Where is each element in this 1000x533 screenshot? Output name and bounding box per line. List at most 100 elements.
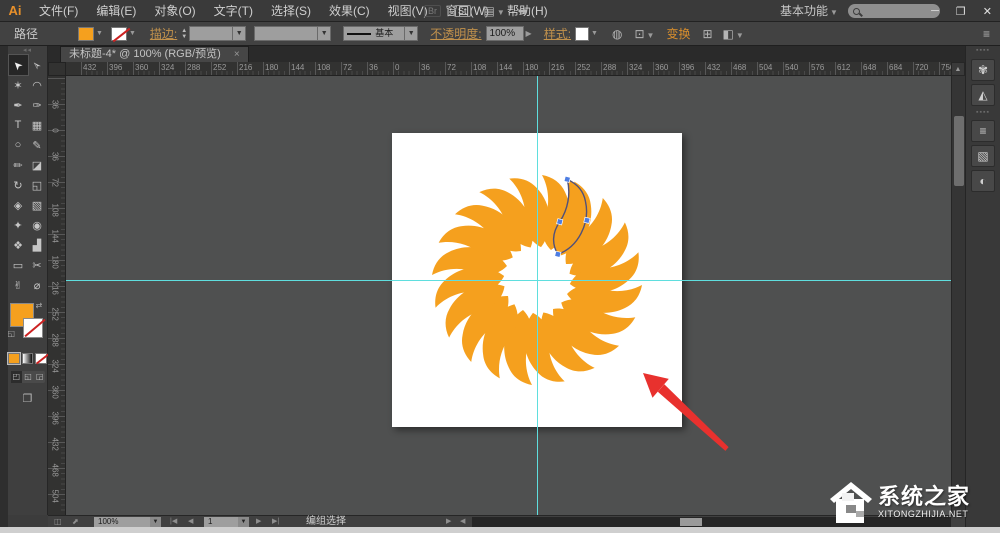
- swap-fill-stroke-icon[interactable]: ⇄: [36, 301, 43, 310]
- artboard-tool[interactable]: ▭: [9, 255, 28, 275]
- ellipse-tool[interactable]: ○: [9, 135, 28, 155]
- draw-behind-button[interactable]: ◱: [23, 371, 34, 383]
- stock-icon[interactable]: St: [454, 5, 471, 17]
- selection-tool[interactable]: ➤: [9, 55, 28, 75]
- menu-item-1[interactable]: 编辑(E): [87, 0, 145, 22]
- pen-tool[interactable]: ✒: [9, 95, 28, 115]
- horizontal-guide[interactable]: [66, 280, 951, 281]
- opacity-field[interactable]: 100%: [486, 26, 524, 41]
- draw-normal-button[interactable]: ◰: [11, 371, 22, 383]
- panel-menu-icon[interactable]: ≡: [983, 27, 990, 41]
- opacity-dropdown-icon[interactable]: ▶: [526, 29, 532, 38]
- magic-wand-tool[interactable]: ✶: [9, 75, 28, 95]
- rotate-tool[interactable]: ↻: [9, 175, 28, 195]
- color-mode-button[interactable]: [8, 353, 20, 364]
- document-setup-icon[interactable]: ◍: [612, 27, 622, 41]
- search-box[interactable]: [848, 4, 940, 18]
- hand-tool[interactable]: ✌: [9, 275, 28, 295]
- anchor-point[interactable]: [557, 219, 563, 225]
- color-guide-panel-icon[interactable]: ◭: [971, 84, 995, 106]
- tools-panel-collapse[interactable]: ◂◂: [8, 46, 47, 55]
- restore-button[interactable]: ❐: [956, 5, 966, 18]
- lasso-tool[interactable]: ◠: [28, 75, 47, 95]
- style-swatch-control[interactable]: ▼: [575, 27, 598, 41]
- zoom-tool[interactable]: ⌀: [28, 275, 47, 295]
- symbol-sprayer-tool[interactable]: ❖: [9, 235, 28, 255]
- cs-live-icon[interactable]: ➥: [518, 4, 528, 18]
- draw-inside-button[interactable]: ◲: [34, 371, 45, 383]
- slice-tool[interactable]: ✂: [28, 255, 47, 275]
- brush-definition-dropdown[interactable]: ▼: [405, 26, 418, 41]
- fill-swatch[interactable]: [78, 27, 94, 41]
- transform-link[interactable]: 变换: [666, 25, 690, 42]
- bridge-icon[interactable]: Br: [424, 5, 441, 17]
- pencil-tool[interactable]: ✏: [9, 155, 28, 175]
- width-profile-dropdown[interactable]: ▼: [318, 26, 331, 41]
- stroke-weight-stepper[interactable]: ▲▼: [181, 28, 187, 40]
- align-icon[interactable]: ⊞: [702, 27, 712, 41]
- zoom-dropdown-icon[interactable]: ▼: [150, 517, 161, 527]
- arrange-documents-button[interactable]: ▤▼: [484, 2, 505, 20]
- tab-close-icon[interactable]: ×: [234, 49, 240, 60]
- gradient-mode-button[interactable]: [22, 353, 34, 364]
- stroke-color-indicator[interactable]: [23, 318, 43, 338]
- dock-grip[interactable]: ▪▪▪▪: [966, 46, 1000, 56]
- horizontal-scrollbar-thumb[interactable]: [680, 518, 702, 526]
- stroke-weight-dropdown[interactable]: ▼: [233, 26, 246, 41]
- type-tool[interactable]: T: [9, 115, 28, 135]
- transparency-panel-icon[interactable]: ◐: [971, 170, 995, 192]
- anchor-point[interactable]: [584, 217, 590, 223]
- width-profile-field[interactable]: [254, 26, 318, 41]
- stroke-weight-field[interactable]: [189, 26, 233, 41]
- direct-selection-tool[interactable]: ➢: [28, 55, 47, 75]
- style-swatch[interactable]: [575, 27, 589, 41]
- scroll-up-arrow[interactable]: ▲: [951, 62, 965, 76]
- menu-item-5[interactable]: 效果(C): [320, 0, 379, 22]
- zoom-level-field[interactable]: 100%: [94, 517, 150, 527]
- stroke-color-control[interactable]: ▼: [111, 27, 136, 41]
- anchor-point[interactable]: [564, 176, 570, 182]
- column-graph-tool[interactable]: ▟: [28, 235, 47, 255]
- fill-color-control[interactable]: ▼: [78, 27, 103, 41]
- style-label[interactable]: 样式:: [544, 25, 571, 42]
- color-panel-icon[interactable]: ✾: [971, 59, 995, 81]
- none-mode-button[interactable]: [35, 353, 47, 364]
- close-button[interactable]: ✕: [983, 5, 992, 18]
- menu-item-4[interactable]: 选择(S): [262, 0, 320, 22]
- dock-group-grip[interactable]: ▪▪▪▪: [966, 109, 1000, 117]
- document-tab[interactable]: 未标题-4* @ 100% (RGB/预览) ×: [60, 46, 249, 62]
- vertical-scrollbar-thumb[interactable]: [954, 116, 964, 186]
- menu-item-0[interactable]: 文件(F): [30, 0, 87, 22]
- minimize-button[interactable]: ─: [931, 5, 939, 17]
- stroke-panel-icon[interactable]: ≡: [971, 120, 995, 142]
- brush-definition-control[interactable]: 基本 ▼: [343, 26, 418, 41]
- horizontal-ruler[interactable]: 4323963603242882522161801441087236036721…: [66, 62, 951, 76]
- stroke-swatch-none[interactable]: [111, 27, 127, 41]
- mask-control[interactable]: ⊡▼: [634, 25, 654, 43]
- vertical-scrollbar[interactable]: [951, 76, 965, 515]
- canvas-pasteboard[interactable]: [66, 76, 951, 515]
- isolate-control[interactable]: ◧▼: [723, 25, 744, 43]
- scale-tool[interactable]: ◱: [28, 175, 47, 195]
- artboard-number-field[interactable]: 1: [204, 517, 238, 527]
- anchor-point[interactable]: [555, 251, 561, 257]
- stroke-weight-label[interactable]: 描边:: [150, 25, 177, 42]
- rectangle-grid-tool[interactable]: ▦: [28, 115, 47, 135]
- gradient-tool[interactable]: ▧: [28, 195, 47, 215]
- vertical-guide[interactable]: [537, 76, 538, 515]
- artboard-dropdown-icon[interactable]: ▼: [238, 517, 249, 527]
- screen-mode-button[interactable]: ❐: [8, 392, 47, 405]
- menu-item-3[interactable]: 文字(T): [205, 0, 262, 22]
- menu-item-2[interactable]: 对象(O): [145, 0, 204, 22]
- blend-tool[interactable]: ◉: [28, 215, 47, 235]
- workspace-switcher[interactable]: 基本功能▼: [780, 0, 838, 22]
- blob-brush-tool[interactable]: ✑: [28, 95, 47, 115]
- opacity-label[interactable]: 不透明度:: [430, 25, 481, 42]
- eyedropper-tool[interactable]: ✦: [9, 215, 28, 235]
- ruler-origin-corner[interactable]: [48, 62, 66, 76]
- paintbrush-tool[interactable]: ✎: [28, 135, 47, 155]
- vertical-ruler[interactable]: 3603672108144180216252288324360396432468…: [48, 76, 66, 515]
- eraser-tool[interactable]: ◪: [28, 155, 47, 175]
- default-fill-stroke-icon[interactable]: ◱: [8, 329, 16, 338]
- gradient-panel-icon[interactable]: ▧: [971, 145, 995, 167]
